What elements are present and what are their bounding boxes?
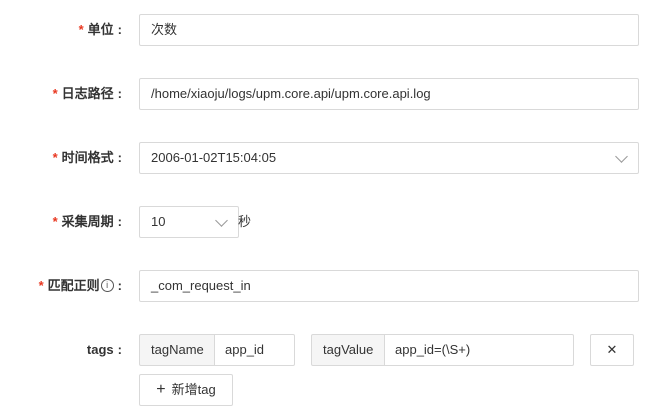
plus-icon: +: [156, 381, 166, 398]
form-row-unit: * 单位: 次数: [0, 14, 646, 46]
form-row-match-regex: * 匹配正则 i: _com_request_in: [0, 270, 646, 302]
tag-name-input[interactable]: app_id: [215, 334, 295, 366]
unit-input[interactable]: 次数: [139, 14, 639, 46]
unit-label-text: 单位: [87, 22, 114, 37]
log-path-input[interactable]: /home/xiaoju/logs/upm.core.api/upm.core.…: [139, 78, 639, 110]
log-path-label-text: 日志路径: [61, 86, 114, 101]
required-mark: *: [78, 22, 84, 37]
label-colon: :: [117, 214, 122, 229]
label-colon: :: [117, 342, 122, 357]
time-format-label: * 时间格式:: [53, 142, 122, 174]
required-mark: *: [52, 150, 58, 165]
add-tag-button[interactable]: + 新增tag: [139, 374, 233, 406]
unit-label: * 单位:: [79, 14, 122, 46]
tag-name-addon: tagName: [139, 334, 215, 366]
collect-period-value: 10: [151, 214, 166, 229]
label-colon: :: [117, 22, 122, 37]
tags-label: tags:: [87, 334, 122, 366]
info-circle-icon[interactable]: i: [100, 279, 114, 293]
log-collect-form: * 单位: 次数 * 日志路径: /home/xiaoju/logs/upm.cor…: [0, 0, 646, 413]
match-regex-input[interactable]: _com_request_in: [139, 270, 639, 302]
tag-value-input[interactable]: app_id=(\S+): [385, 334, 574, 366]
add-tag-label: 新增tag: [171, 382, 216, 397]
tag-value-addon: tagValue: [311, 334, 385, 366]
required-mark: *: [52, 214, 58, 229]
time-format-value: 2006-01-02T15:04:05: [151, 150, 277, 165]
label-colon: :: [117, 150, 122, 165]
collect-period-unit: 秒: [238, 214, 252, 229]
form-row-log-path: * 日志路径: /home/xiaoju/logs/upm.core.api/up…: [0, 78, 646, 110]
log-path-label: * 日志路径:: [53, 78, 122, 110]
collect-period-label-text: 采集周期: [61, 214, 114, 229]
form-row-tags: tags: tagName app_id tagValue app_id=(\S…: [0, 334, 646, 366]
collect-period-label: * 采集周期:: [53, 206, 122, 238]
required-mark: *: [52, 86, 58, 101]
time-format-select[interactable]: 2006-01-02T15:04:05: [139, 142, 639, 174]
required-mark: *: [38, 278, 44, 293]
label-colon: :: [117, 86, 122, 101]
match-regex-label-text: 匹配正则: [47, 278, 100, 293]
match-regex-label: * 匹配正则 i:: [39, 270, 122, 302]
remove-tag-button[interactable]: ✕: [590, 334, 634, 366]
close-icon: ✕: [606, 342, 618, 357]
tags-label-text: tags: [86, 342, 114, 357]
form-row-collect-period: * 采集周期: 10 秒: [0, 206, 646, 238]
label-colon: :: [117, 278, 122, 293]
time-format-label-text: 时间格式: [61, 150, 114, 165]
form-row-time-format: * 时间格式: 2006-01-02T15:04:05: [0, 142, 646, 174]
